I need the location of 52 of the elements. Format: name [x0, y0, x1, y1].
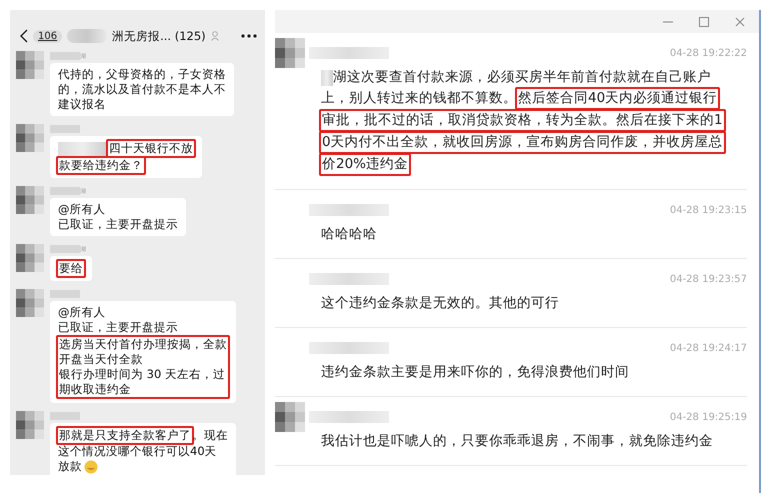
message-time: 04-28 19:24:17	[670, 342, 747, 354]
pixelated-avatar	[16, 244, 44, 272]
highlighted-text: 那就是只支持全款客户了	[56, 426, 194, 445]
highlighted-text: 0天内付不出全款，就收回房源，宣布购房合同作废，并收房屋总	[319, 131, 726, 154]
highlighted-text: 要给	[56, 259, 86, 278]
pixelated-avatar	[16, 289, 44, 317]
message-text: 哈哈哈哈	[321, 225, 377, 244]
message-text: 这个违约金条款是无效的。其他的可行	[321, 294, 559, 313]
pixelated-avatar	[16, 411, 44, 439]
message-text: @所有人	[58, 305, 106, 320]
message-time: 04-28 19:23:57	[670, 274, 747, 284]
message-text: 已取证，主要开盘提示	[58, 217, 178, 232]
message-text: 已取证，主要开盘提示	[58, 320, 178, 335]
message-time: 04-28 19:23:15	[670, 204, 747, 216]
message-text: 违约金条款主要是用来吓你的，免得浪费他们时间	[321, 363, 629, 382]
message-text: 。现在	[192, 428, 228, 443]
blurred-text	[58, 142, 108, 156]
back-icon	[20, 29, 28, 43]
maximize-button[interactable]	[697, 14, 711, 28]
message-text: 选房当天付首付办理按揭，全款	[59, 337, 227, 352]
message-text: 的，流水以及首付款不是本人不	[58, 82, 226, 97]
person-icon	[210, 31, 219, 41]
chat-title: 洲无房报... (125)	[112, 28, 206, 44]
message-text: 代持的，父母资格的，子女资格	[58, 67, 226, 82]
more-icon	[241, 34, 257, 38]
message-text: 上，别人转过来的钱都不算数。	[321, 89, 517, 108]
pixelated-avatar	[16, 51, 44, 79]
highlighted-text: 款要给违约金？	[56, 156, 146, 175]
pixelated-avatar	[16, 124, 44, 152]
close-button[interactable]	[733, 14, 747, 28]
pixelated-avatar	[16, 186, 44, 214]
message-text: 这个情况没哪个银行可以40天	[58, 444, 217, 459]
message-text: @所有人	[58, 202, 106, 217]
message-text: 我估计也是吓唬人的，只要你乖乖退房，不闹事，就免除违约金	[321, 432, 713, 451]
message-text: 银行办理时间为 30 天左右，过	[59, 367, 226, 382]
message-text: 湖这次要查首付款来源，必须买房半年前首付款就在自己账户	[333, 68, 711, 87]
message-text: 期收取违约金	[59, 382, 132, 397]
message-text: 建议报名	[58, 97, 106, 112]
highlighted-text: 审批，批不过的话，取消贷款资格，转为全款。然后在接下来的1	[319, 109, 726, 132]
message-time: 04-28 19:25:19	[670, 412, 747, 422]
message-text: 放款	[58, 459, 82, 474]
close-icon	[735, 16, 745, 26]
blurred-text	[67, 29, 108, 43]
emoji-icon	[84, 460, 98, 474]
maximize-icon	[699, 16, 709, 26]
highlighted-text: 然后签合同40天内必须通过银行	[515, 87, 720, 110]
highlighted-text: 四十天银行不放	[106, 139, 196, 158]
unread-badge[interactable]: 106	[33, 30, 62, 42]
message-time: 04-28 19:22:22	[670, 48, 747, 58]
highlighted-text: 价20%违约金	[319, 153, 412, 176]
blurred-text	[321, 70, 333, 86]
message-text: 开盘当天付全款	[59, 352, 144, 367]
